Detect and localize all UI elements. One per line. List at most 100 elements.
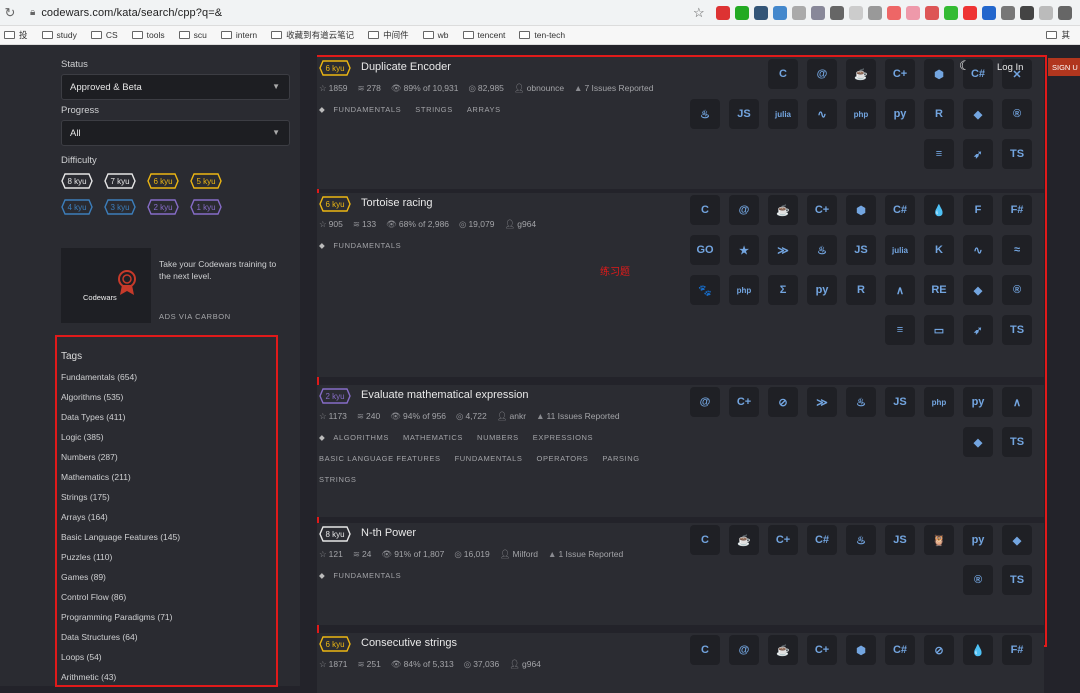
language-icon[interactable]: ≫ [768, 235, 798, 265]
language-icon[interactable]: C# [885, 635, 915, 665]
language-icon[interactable]: K [924, 235, 954, 265]
language-icon[interactable]: ® [1002, 99, 1032, 129]
language-icon[interactable]: C+ [885, 59, 915, 89]
language-icon[interactable]: php [924, 387, 954, 417]
kata-tag[interactable]: PARSING [602, 454, 639, 463]
kata-card[interactable]: 6 kyu Tortoise racing ☆ 905 ≋ 133 👁︎ 68% of 2,9… [317, 193, 1044, 377]
tag-link[interactable]: Numbers (287) [61, 452, 118, 462]
language-icon[interactable]: TS [1002, 565, 1032, 595]
language-icon[interactable]: ♨ [846, 387, 876, 417]
language-icon[interactable]: C [690, 525, 720, 555]
language-icon[interactable]: @ [807, 59, 837, 89]
language-icon[interactable]: ∿ [963, 235, 993, 265]
bookmark-item[interactable]: wb [422, 30, 449, 40]
extension-icon[interactable] [944, 6, 958, 20]
language-icon[interactable]: 🐾 [690, 275, 720, 305]
kata-title-link[interactable]: Tortoise racing [361, 197, 433, 209]
kata-stat-value[interactable]: g964 [522, 659, 541, 669]
language-icon[interactable]: php [846, 99, 876, 129]
tag-link[interactable]: Algorithms (535) [61, 392, 123, 402]
language-icon[interactable]: TS [1002, 427, 1032, 457]
tag-link[interactable]: Control Flow (86) [61, 592, 126, 602]
language-icon[interactable]: php [729, 275, 759, 305]
difficulty-filter-badge[interactable]: 2 kyu [147, 199, 179, 215]
extension-icon[interactable] [963, 6, 977, 20]
address-bar[interactable]: ↻ 🔒︎ codewars.com/kata/search/cpp?q=& ☆ [0, 0, 1080, 26]
status-select[interactable]: Approved & Beta ▼ [61, 74, 290, 100]
language-icon[interactable]: ⬢ [846, 195, 876, 225]
menu-icon[interactable] [1058, 6, 1072, 20]
language-icon[interactable]: ⬢ [924, 59, 954, 89]
language-icon[interactable]: C+ [768, 525, 798, 555]
kata-stat-value[interactable]: g964 [517, 219, 536, 229]
language-icon[interactable]: C [768, 59, 798, 89]
kata-card[interactable]: 6 kyu Duplicate Encoder ☆ 1859 ≋ 278 👁︎ 89% of … [317, 57, 1044, 189]
puzzle-extension-icon[interactable] [1020, 6, 1034, 20]
language-icon[interactable]: C# [807, 525, 837, 555]
bookmark-item[interactable]: 中间件 [368, 29, 409, 41]
kata-card[interactable]: 8 kyu N-th Power ☆ 121 ≋ 24 👁︎ 91% of 1,807 ◎ 16,… [317, 523, 1044, 625]
avatar[interactable] [1039, 6, 1053, 20]
bookmark-item[interactable]: study [41, 30, 77, 40]
moon-icon[interactable]: ☾ [959, 58, 971, 74]
difficulty-filter-badge[interactable]: 8 kyu [61, 173, 93, 189]
language-icon[interactable]: julia [885, 235, 915, 265]
bookmark-item[interactable]: scu [178, 30, 207, 40]
extension-icon[interactable] [716, 6, 730, 20]
language-icon[interactable]: R [924, 99, 954, 129]
tag-link[interactable]: Strings (175) [61, 492, 110, 502]
extension-icon[interactable] [830, 6, 844, 20]
language-icon[interactable]: ⊘ [924, 635, 954, 665]
bookmark-item[interactable]: 投 [4, 29, 28, 41]
tag-link[interactable]: Arrays (164) [61, 512, 108, 522]
bookmark-item[interactable]: tencent [462, 30, 505, 40]
language-icon[interactable]: ◆ [963, 275, 993, 305]
language-icon[interactable]: 🦉 [924, 525, 954, 555]
kata-title-link[interactable]: Consecutive strings [361, 637, 457, 649]
kata-title-link[interactable]: Evaluate mathematical expression [361, 389, 529, 401]
language-icon[interactable]: JS [846, 235, 876, 265]
language-icon[interactable]: F# [1002, 635, 1032, 665]
language-icon[interactable]: C+ [807, 195, 837, 225]
language-icon[interactable]: C# [885, 195, 915, 225]
tag-link[interactable]: Mathematics (211) [61, 472, 131, 482]
tag-link[interactable]: Data Types (411) [61, 412, 125, 422]
extension-icon[interactable] [868, 6, 882, 20]
difficulty-filter-badge[interactable]: 6 kyu [147, 173, 179, 189]
difficulty-filter-badge[interactable]: 4 kyu [61, 199, 93, 215]
language-icon[interactable]: F# [1002, 195, 1032, 225]
signup-button[interactable]: SIGN U [1048, 58, 1080, 76]
language-icon[interactable]: ◆ [963, 427, 993, 457]
tag-link[interactable]: Programming Paradigms (71) [61, 612, 172, 622]
url-text[interactable]: codewars.com/kata/search/cpp?q=& [41, 7, 222, 19]
language-icon[interactable]: ♨ [690, 99, 720, 129]
bookmark-item[interactable]: ten-tech [519, 30, 565, 40]
ad-via-link[interactable]: ADS VIA CARBON [159, 312, 231, 321]
extension-icon[interactable] [887, 6, 901, 20]
tag-link[interactable]: Fundamentals (654) [61, 372, 137, 382]
tag-link[interactable]: Arithmetic (43) [61, 672, 116, 682]
kata-stat-value[interactable]: ankr [510, 411, 527, 421]
language-icon[interactable]: JS [729, 99, 759, 129]
language-icon[interactable]: C [690, 195, 720, 225]
extension-icon[interactable] [754, 6, 768, 20]
language-icon[interactable]: ⊘ [768, 387, 798, 417]
kata-tag[interactable]: FUNDAMENTALS [333, 241, 401, 250]
language-icon[interactable]: ≡ [924, 139, 954, 169]
difficulty-filter-badge[interactable]: 7 kyu [104, 173, 136, 189]
extension-icon[interactable] [849, 6, 863, 20]
language-icon[interactable]: ★ [729, 235, 759, 265]
extension-icon[interactable] [792, 6, 806, 20]
ad-copy[interactable]: Take your Codewars training to the next … [159, 258, 289, 282]
language-icon[interactable]: ® [1002, 275, 1032, 305]
language-icon[interactable]: ∿ [807, 99, 837, 129]
language-icon[interactable]: ☕ [729, 525, 759, 555]
bookmark-item[interactable]: 收藏到有道云笔记 [271, 29, 354, 41]
kata-tag[interactable]: STRINGS [319, 475, 357, 484]
tag-link[interactable]: Data Structures (64) [61, 632, 138, 642]
kata-stat-value[interactable]: 1 Issue Reported [558, 549, 623, 559]
language-icon[interactable]: RE [924, 275, 954, 305]
language-icon[interactable]: @ [729, 635, 759, 665]
tag-link[interactable]: Logic (385) [61, 432, 104, 442]
language-icon[interactable]: ➶ [963, 139, 993, 169]
